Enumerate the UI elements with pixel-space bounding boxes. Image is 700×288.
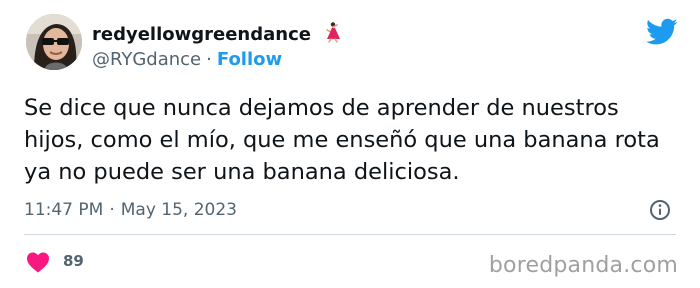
follow-button[interactable]: Follow <box>217 49 282 70</box>
tweet-text-line-1: Se dice que nunca dejamos de aprender de… <box>24 95 619 121</box>
dancer-icon <box>326 22 341 43</box>
tweet-text: Se dice que nunca dejamos de aprender de… <box>24 92 684 188</box>
tweet-text-line-2: hijos, como el mío, que me enseñó que un… <box>24 127 660 153</box>
timestamp-separator: · <box>109 200 115 220</box>
heart-icon[interactable] <box>26 251 50 273</box>
info-icon[interactable] <box>649 199 671 221</box>
boredpanda-watermark: boredpanda.com <box>488 253 678 278</box>
tweet-timestamp[interactable]: 11:47 PM · May 15, 2023 <box>24 200 237 220</box>
avatar-image <box>26 14 82 70</box>
tweet-time: 11:47 PM <box>24 200 104 220</box>
tweet-date: May 15, 2023 <box>120 200 237 220</box>
avatar[interactable] <box>26 14 82 70</box>
twitter-bird-icon[interactable] <box>646 18 678 46</box>
author-handle[interactable]: @RYGdance <box>92 49 201 70</box>
tweet-text-line-3: ya no puede ser una banana deliciosa. <box>24 159 460 185</box>
author-handle-row: @RYGdance · Follow <box>92 49 282 70</box>
author-display-name[interactable]: redyellowgreendance <box>92 24 311 45</box>
author-name-row[interactable]: redyellowgreendance <box>92 21 343 45</box>
handle-separator: · <box>206 49 212 70</box>
divider <box>24 234 676 235</box>
like-count: 89 <box>63 252 84 270</box>
